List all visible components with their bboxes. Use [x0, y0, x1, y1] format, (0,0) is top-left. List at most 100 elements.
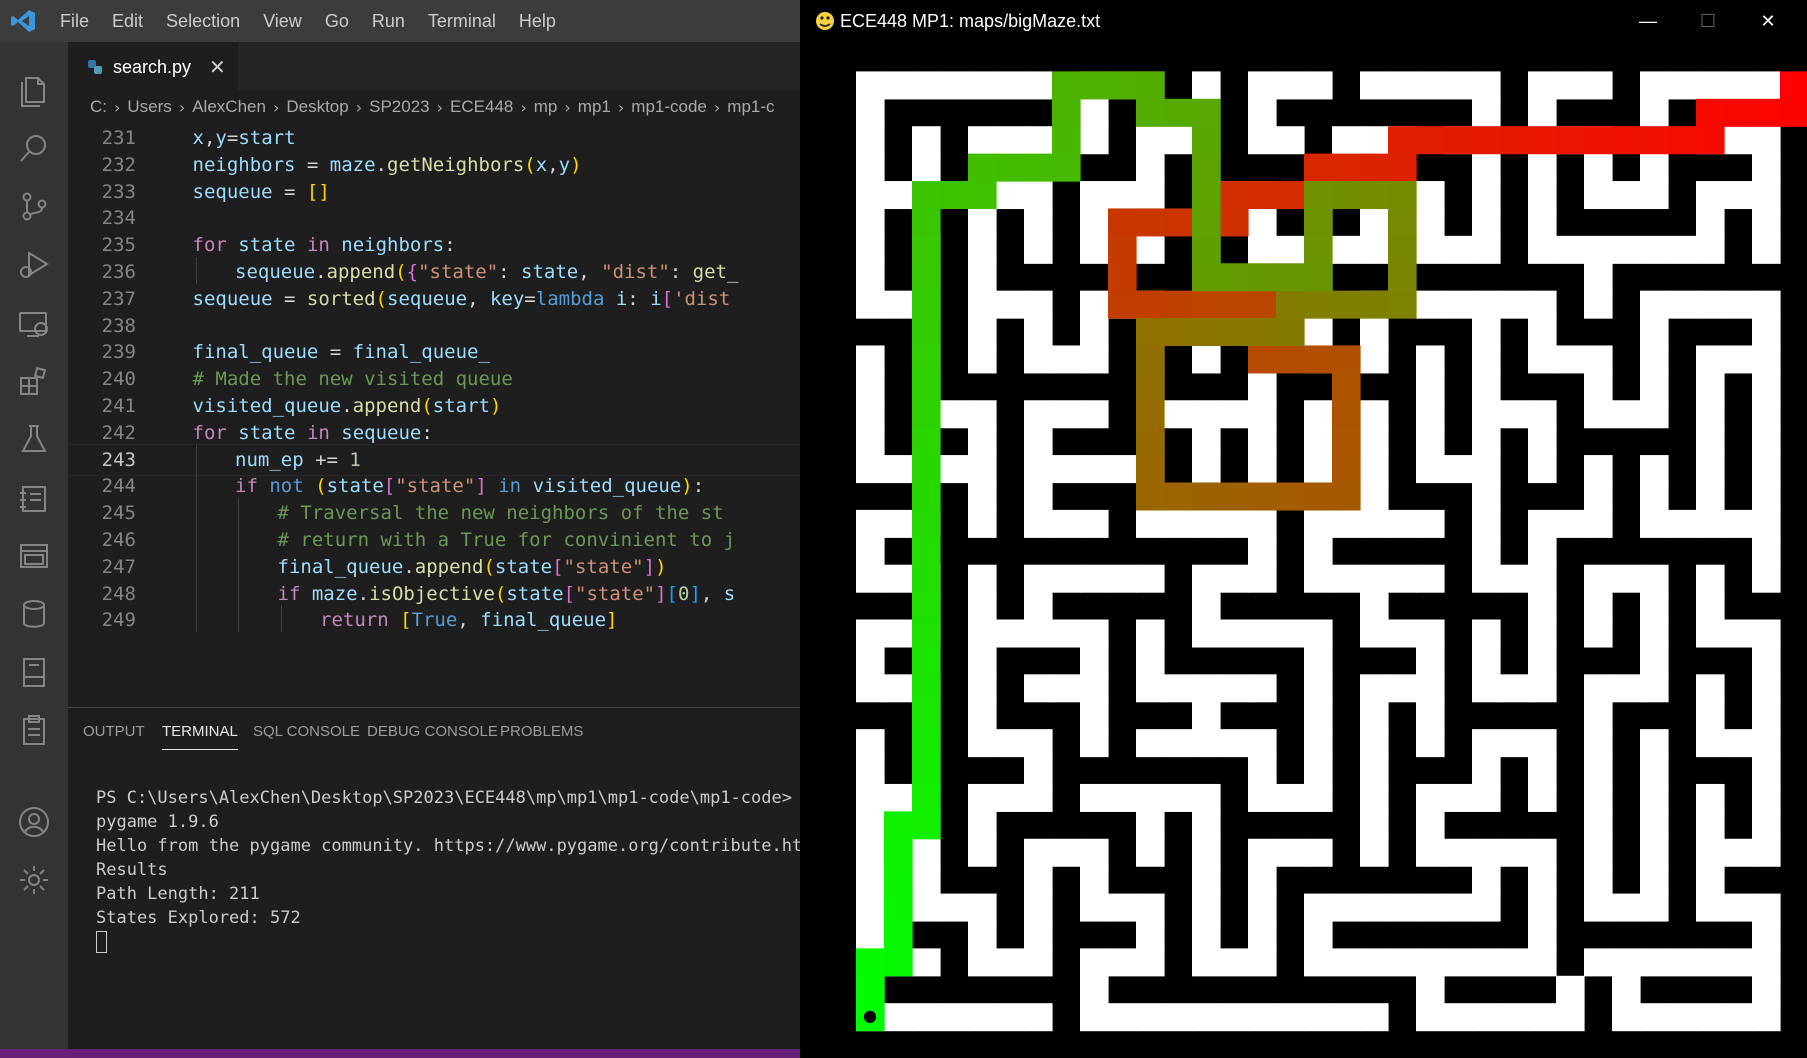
extensions-icon[interactable] — [0, 351, 68, 411]
remote-explorer-icon[interactable] — [0, 294, 68, 354]
browser-icon[interactable] — [0, 526, 68, 586]
close-button[interactable]: ✕ — [1738, 0, 1798, 42]
code-line[interactable]: 241 visited_queue.append(start) — [68, 391, 800, 421]
menu-run[interactable]: Run — [372, 11, 405, 32]
code-line[interactable]: 231 x,y=start — [68, 124, 800, 153]
search-icon[interactable] — [0, 118, 68, 178]
code-line[interactable]: 238 — [68, 311, 800, 341]
maximize-button[interactable]: ☐ — [1678, 0, 1738, 42]
maze-open-cell — [1640, 153, 1669, 182]
tab-sql-console[interactable]: SQL CONSOLE — [253, 708, 360, 756]
breadcrumb-item[interactable]: mp1 — [578, 97, 611, 117]
indent-guide — [238, 525, 239, 552]
path-cell — [912, 400, 941, 429]
maze-open-cell — [1024, 756, 1053, 785]
menu-help[interactable]: Help — [519, 11, 556, 32]
maze-open-cell — [1416, 400, 1445, 429]
code-token: not — [269, 475, 304, 498]
path-cell — [1724, 98, 1753, 127]
code-line[interactable]: 239 final_queue = final_queue_ — [68, 337, 800, 367]
maze-open-cell — [1192, 866, 1221, 895]
database-icon[interactable] — [0, 584, 68, 644]
code-token: "state" — [575, 582, 656, 605]
code-text: sequeue = sorted(sequeue, key=lambda i: … — [193, 284, 731, 314]
minimize-button[interactable]: — — [1618, 0, 1678, 42]
terminal-output[interactable]: PS C:\Users\AlexChen\Desktop\SP2023\ECE4… — [96, 786, 800, 954]
menu-selection[interactable]: Selection — [166, 11, 240, 32]
path-cell — [1192, 208, 1221, 237]
breadcrumb-item[interactable]: C: — [68, 97, 107, 117]
path-cell — [1640, 126, 1669, 155]
maze-open-cell — [996, 783, 1025, 812]
menu-edit[interactable]: Edit — [112, 11, 143, 32]
code-token: ( — [483, 555, 495, 578]
code-line[interactable]: 237 sequeue = sorted(sequeue, key=lambda … — [68, 284, 800, 314]
breadcrumb-item[interactable]: mp1-c — [727, 97, 774, 117]
maze-open-cell — [1304, 318, 1333, 347]
tab-debug-console[interactable]: DEBUG CONSOLE — [367, 708, 498, 756]
code-line[interactable]: 249 return [True, final_queue] — [68, 605, 800, 635]
breadcrumb-item[interactable]: ECE448 — [450, 97, 513, 117]
code-line[interactable]: 233 sequeue = [] — [68, 177, 800, 207]
breadcrumb-item[interactable]: AlexChen — [192, 97, 266, 117]
menu-terminal[interactable]: Terminal — [428, 11, 496, 32]
book-icon[interactable] — [0, 642, 68, 702]
code-line[interactable]: 248 if maze.isObjective(state["state"][0]… — [68, 578, 800, 609]
tab-problems[interactable]: PROBLEMS — [500, 708, 583, 756]
code-line[interactable]: 245 # Traversal the new neighbors of the … — [68, 498, 800, 528]
path-cell — [884, 948, 913, 977]
maze-open-cell — [1752, 756, 1781, 785]
code-line[interactable]: 235 for state in neighbors: — [68, 230, 800, 260]
code-line[interactable]: 246 # return with a True for convinient t… — [68, 525, 800, 555]
path-cell — [884, 893, 913, 922]
tab-search-py[interactable]: search.py ✕ — [68, 42, 238, 91]
maze-open-cell — [1192, 400, 1221, 429]
maze-open-cell — [884, 1003, 913, 1032]
code-line[interactable]: 234 — [68, 203, 800, 233]
notebook-icon[interactable] — [0, 468, 68, 528]
testing-icon[interactable] — [0, 409, 68, 469]
code-line[interactable]: 247 final_queue.append(state["state"]) — [68, 551, 800, 582]
menu-file[interactable]: File — [60, 11, 89, 32]
code-line[interactable]: 240 # Made the new visited queue — [68, 364, 800, 394]
tab-terminal[interactable]: TERMINAL — [162, 708, 238, 756]
breadcrumb-item[interactable]: mp1-code — [631, 97, 707, 117]
maze-open-cell — [1080, 208, 1109, 237]
menu-view[interactable]: View — [263, 11, 302, 32]
code-line[interactable]: 243 num_ep += 1 — [68, 443, 800, 476]
maze-open-cell — [912, 866, 941, 895]
maze-open-cell — [1528, 181, 1557, 210]
tab-output[interactable]: OUTPUT — [83, 708, 145, 756]
maze-open-cell — [1528, 756, 1557, 785]
maze-open-cell — [1528, 71, 1557, 100]
explorer-icon[interactable] — [0, 60, 68, 120]
tab-close-icon[interactable]: ✕ — [209, 55, 226, 79]
maze-open-cell — [1584, 564, 1613, 593]
manage-gear-icon[interactable] — [0, 850, 68, 910]
clipboard-icon[interactable] — [0, 700, 68, 760]
code-line[interactable]: 236 sequeue.append({"state": state, "dist… — [68, 257, 800, 287]
path-cell — [1388, 181, 1417, 210]
account-icon[interactable] — [0, 792, 68, 852]
code-line[interactable]: 244 if not (state["state"] in visited_que… — [68, 471, 800, 501]
maze-open-cell — [1136, 646, 1165, 675]
breadcrumb-item[interactable]: Desktop — [286, 97, 348, 117]
indent-guide — [195, 551, 197, 579]
code-token: [ — [563, 582, 576, 605]
maze-open-cell — [968, 619, 997, 648]
run-debug-icon[interactable] — [0, 234, 68, 294]
breadcrumb-item[interactable]: SP2023 — [369, 97, 430, 117]
code-editor[interactable]: 231 x,y=start 232 neighbors = maze.getNeigh… — [68, 124, 800, 707]
maze-open-cell — [1472, 729, 1501, 758]
breadcrumb-item[interactable]: mp — [534, 97, 558, 117]
menu-go[interactable]: Go — [325, 11, 349, 32]
maze-open-cell — [856, 674, 885, 703]
breadcrumb-item[interactable]: Users — [127, 97, 171, 117]
code-token: "dist" — [601, 261, 670, 283]
maze-open-cell — [856, 290, 885, 319]
maze-open-cell — [1500, 948, 1529, 977]
code-line[interactable]: 232 neighbors = maze.getNeighbors(x,y) — [68, 150, 800, 180]
code-line[interactable]: 242 for state in sequeue: — [68, 418, 800, 448]
source-control-icon[interactable] — [0, 176, 68, 236]
